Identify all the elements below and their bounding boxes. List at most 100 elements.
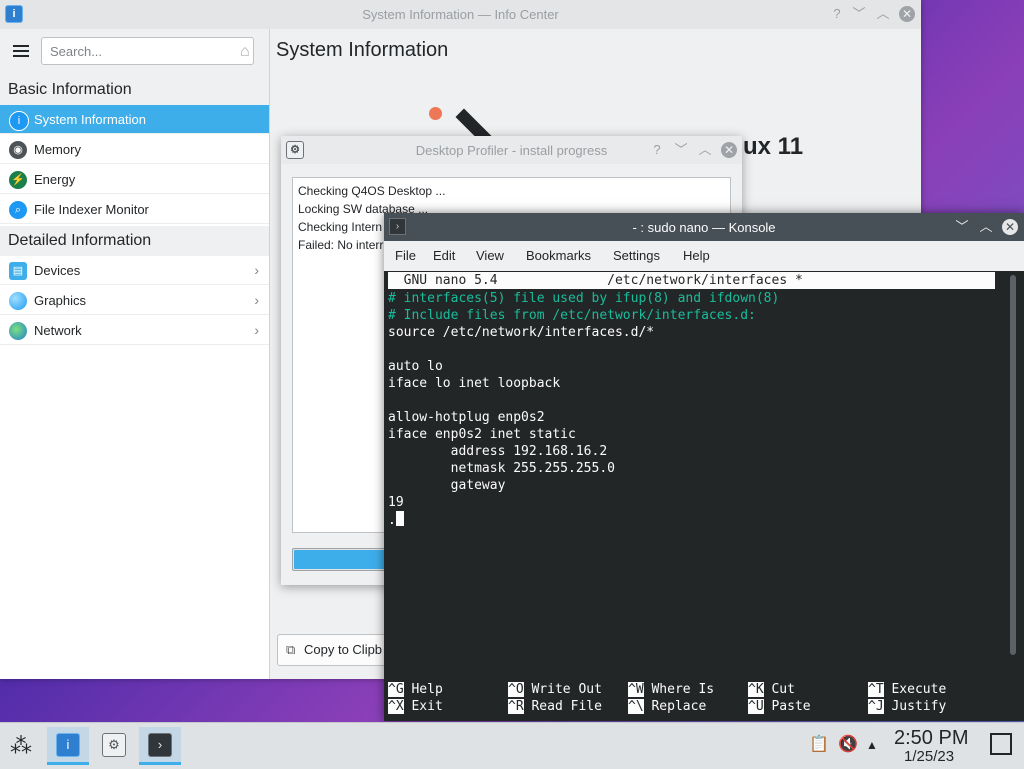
shortcut-label: Justify: [891, 699, 947, 714]
network-globe-icon: [9, 322, 27, 340]
sidebar-item-label: System Information: [34, 112, 146, 127]
home-icon[interactable]: ⌂: [240, 43, 250, 61]
sidebar-item-graphics[interactable]: Graphics ›: [0, 286, 269, 315]
info-center-task-icon: i: [56, 733, 80, 757]
terminal-task-icon: ›: [148, 733, 172, 757]
settings-gear-task-icon: ⚙: [102, 733, 126, 757]
shortcut-key: ^O: [508, 682, 524, 697]
shortcut-where-is: ^W Where Is: [628, 681, 714, 698]
menu-settings[interactable]: Settings: [613, 241, 660, 271]
close-icon[interactable]: ✕: [899, 6, 915, 22]
minimize-icon[interactable]: ﹀: [954, 219, 970, 235]
app-launcher-icon[interactable]: ⁂: [10, 733, 32, 759]
sidebar-item-system-information[interactable]: i System Information: [0, 105, 269, 134]
terminal-area[interactable]: GNU nano 5.4 /etc/network/interfaces * #…: [384, 271, 1024, 721]
shortcut-label: Execute: [891, 682, 947, 697]
terminal-line: # interfaces(5) file used by ifup(8) and…: [388, 291, 780, 306]
sidebar-item-network[interactable]: Network ›: [0, 316, 269, 345]
shortcut-replace: ^\ Replace: [628, 698, 706, 715]
shortcut-key: ^J: [868, 699, 884, 714]
terminal-line: source /etc/network/interfaces.d/*: [388, 325, 655, 340]
terminal-line: gateway: [388, 478, 506, 493]
terminal-line: netmask 255.255.255.0: [388, 461, 615, 476]
task-konsole[interactable]: ›: [139, 727, 181, 765]
button-label: Copy to Clipb: [304, 642, 383, 657]
clock-date[interactable]: 1/25/23: [904, 748, 954, 765]
help-icon[interactable]: ?: [829, 6, 845, 22]
text-cursor: [395, 511, 404, 526]
clock-time[interactable]: 2:50 PM: [894, 727, 968, 750]
task-desktop-profiler[interactable]: ⚙: [93, 727, 135, 765]
menu-view[interactable]: View: [476, 241, 504, 271]
file-indexer-icon: ⌕: [9, 201, 27, 219]
shortcut-key: ^\: [628, 699, 644, 714]
shortcut-execute: ^T Execute: [868, 681, 946, 698]
sidebar-item-file-indexer-monitor[interactable]: ⌕ File Indexer Monitor: [0, 195, 269, 224]
shortcut-key: ^X: [388, 699, 404, 714]
sidebar-item-energy[interactable]: ⚡ Energy: [0, 165, 269, 194]
volume-muted-icon[interactable]: 🔇: [838, 734, 858, 754]
menu-bookmarks[interactable]: Bookmarks: [526, 241, 591, 271]
shortcut-label: Cut: [771, 682, 795, 697]
terminal-line: iface enp0s2 inet static: [388, 427, 576, 442]
maximize-icon[interactable]: ︿: [978, 219, 994, 235]
menu-edit[interactable]: Edit: [433, 241, 455, 271]
devices-icon: ▤: [9, 262, 27, 280]
terminal-scrollbar[interactable]: [1010, 275, 1016, 655]
terminal-line: allow-hotplug enp0s2: [388, 410, 545, 425]
close-icon[interactable]: ✕: [721, 142, 737, 158]
tray-expand-icon[interactable]: ▲: [866, 738, 878, 752]
terminal-line: # Include files from /etc/network/interf…: [388, 308, 756, 323]
menubar: File Edit View Bookmarks Settings Help: [384, 241, 1024, 271]
minimize-icon[interactable]: ﹀: [673, 142, 689, 158]
sidebar-item-label: Devices: [34, 263, 81, 278]
terminal-line: iface lo inet loopback: [388, 376, 561, 391]
hamburger-menu-icon[interactable]: [13, 45, 29, 58]
shortcut-label: Paste: [771, 699, 811, 714]
shortcut-justify: ^J Justify: [868, 698, 946, 715]
shortcut-paste: ^U Paste: [748, 698, 811, 715]
sidebar: ⌂ Basic Information i System Information…: [0, 29, 270, 679]
terminal-line: auto lo: [388, 359, 443, 374]
log-line: Checking Q4OS Desktop ...: [298, 184, 446, 198]
window-title: System Information — Info Center: [362, 7, 559, 22]
shortcut-label: Replace: [651, 699, 707, 714]
shortcut-key: ^R: [508, 699, 524, 714]
shortcut-help: ^G Help: [388, 681, 443, 698]
maximize-icon[interactable]: ︿: [875, 6, 891, 22]
terminal-line: 19: [388, 495, 404, 510]
infocenter-titlebar[interactable]: i System Information — Info Center ? ﹀ ︿…: [0, 0, 921, 29]
shortcut-label: Help: [411, 682, 443, 697]
profiler-titlebar[interactable]: ⚙ Desktop Profiler - install progress ? …: [281, 136, 742, 164]
terminal-text: .: [388, 513, 396, 528]
sidebar-item-label: Energy: [34, 172, 76, 187]
sidebar-item-label: Graphics: [34, 293, 87, 308]
konsole-titlebar[interactable]: › - : sudo nano — Konsole ﹀ ︿ ✕: [384, 213, 1024, 241]
shortcut-key: ^K: [748, 682, 764, 697]
menu-help[interactable]: Help: [683, 241, 710, 271]
help-icon[interactable]: ?: [649, 142, 665, 158]
sidebar-item-devices[interactable]: ▤ Devices ›: [0, 256, 269, 285]
show-desktop-icon[interactable]: [990, 733, 1012, 755]
chevron-right-icon: ›: [254, 322, 259, 338]
shortcut-key: ^T: [868, 682, 884, 697]
sidebar-item-memory[interactable]: ◉ Memory: [0, 135, 269, 164]
shortcut-key: ^U: [748, 699, 764, 714]
menu-file[interactable]: File: [395, 241, 416, 271]
maximize-icon[interactable]: ︿: [697, 142, 713, 158]
shortcut-label: Where Is: [651, 682, 715, 697]
shortcut-key: ^W: [628, 682, 644, 697]
distro-logo-dot: [429, 107, 442, 120]
chevron-right-icon: ›: [254, 262, 259, 278]
section-header-basic: Basic Information: [0, 75, 269, 105]
close-icon[interactable]: ✕: [1002, 219, 1018, 235]
shortcut-label: Write Out: [531, 682, 602, 697]
clipboard-icon[interactable]: 📋: [809, 734, 829, 754]
minimize-icon[interactable]: ﹀: [851, 6, 867, 22]
info-icon: i: [9, 111, 29, 131]
search-input[interactable]: [41, 37, 254, 65]
task-info-center[interactable]: i: [47, 727, 89, 765]
section-header-detailed: Detailed Information: [0, 226, 269, 256]
sidebar-item-label: Network: [34, 323, 82, 338]
chevron-right-icon: ›: [254, 292, 259, 308]
